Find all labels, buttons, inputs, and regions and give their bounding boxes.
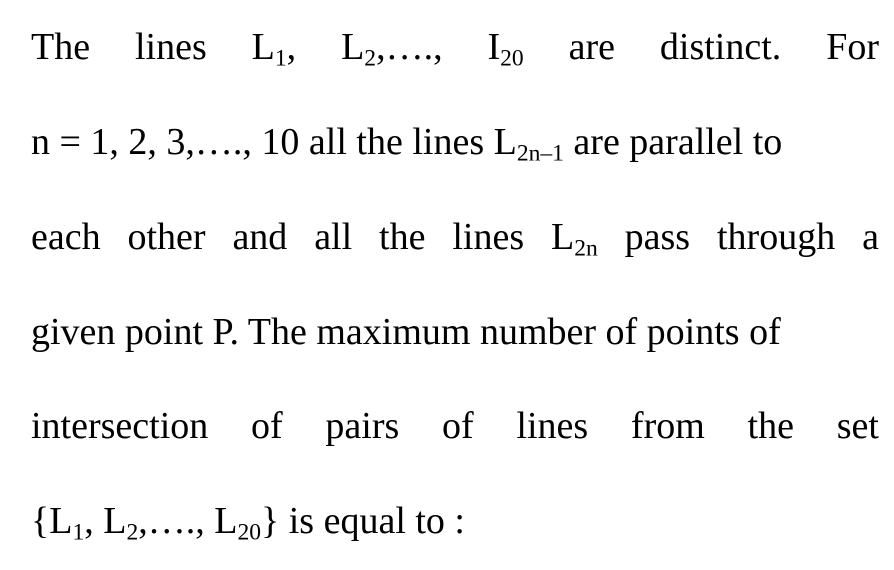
word: each [31, 216, 101, 258]
question-line-5: intersection of pairs of lines from the … [31, 404, 879, 448]
line-symbol-l2n: L2n [551, 215, 598, 262]
word: and [232, 216, 288, 258]
word: of [251, 405, 283, 447]
word: of [442, 405, 474, 447]
word: other [127, 216, 206, 258]
word: through [716, 216, 836, 258]
word: pass [624, 216, 691, 258]
question-line-2: n = 1, 2, 3,…., 10 all the lines L2n–1 a… [31, 120, 879, 167]
question-line-4: given point P. The maximum number of poi… [31, 310, 879, 354]
subscript: 2 [126, 519, 139, 546]
line-symbol-i20: I20 [487, 25, 524, 72]
subscript: 2n [574, 235, 598, 262]
word: from [630, 405, 705, 447]
subscript: 20 [237, 519, 261, 546]
text-run: ,…., L [138, 500, 238, 542]
line-symbol-l1: L1, [251, 25, 297, 72]
word: set [836, 405, 879, 447]
text-run: {L [31, 500, 73, 542]
symbol-letter: L [251, 26, 275, 68]
word: are [568, 26, 615, 68]
word: distinct. [659, 26, 782, 68]
word: intersection [31, 405, 209, 447]
subscript: 2n–1 [516, 140, 564, 167]
symbol-letter: L [341, 26, 365, 68]
word: pairs [325, 405, 400, 447]
word: the [379, 216, 426, 258]
text-run: given point P. The maximum number of poi… [31, 311, 781, 353]
punctuation: ,…., [376, 26, 443, 68]
word: a [862, 216, 879, 258]
question-line-6: {L1, L2,…., L20} is equal to : [31, 499, 879, 546]
symbol-letter: L [551, 216, 575, 258]
text-run: , L [84, 500, 127, 542]
symbol-letter: I [487, 26, 501, 68]
question-line-1: The lines L1, L2,…., I20 are distinct. F… [31, 25, 879, 72]
subscript: 2 [364, 45, 377, 72]
subscript: 1 [72, 519, 85, 546]
word: lines [134, 26, 207, 68]
word: The [31, 26, 91, 68]
question-text: The lines L1, L2,…., I20 are distinct. F… [0, 0, 894, 570]
word: all [314, 216, 353, 258]
word: For [826, 26, 879, 68]
punctuation: , [286, 26, 297, 68]
subscript: 1 [274, 45, 287, 72]
word: lines [452, 216, 525, 258]
line-symbol-l2: L2,…., [341, 25, 443, 72]
word: lines [516, 405, 589, 447]
text-run: are parallel to [563, 121, 783, 163]
question-line-3: each other and all the lines L2n pass th… [31, 215, 879, 262]
word: the [747, 405, 794, 447]
text-run: } is equal to : [261, 500, 465, 542]
subscript: 20 [500, 45, 524, 72]
text-run: n = 1, 2, 3,…., 10 all the lines L [31, 121, 517, 163]
